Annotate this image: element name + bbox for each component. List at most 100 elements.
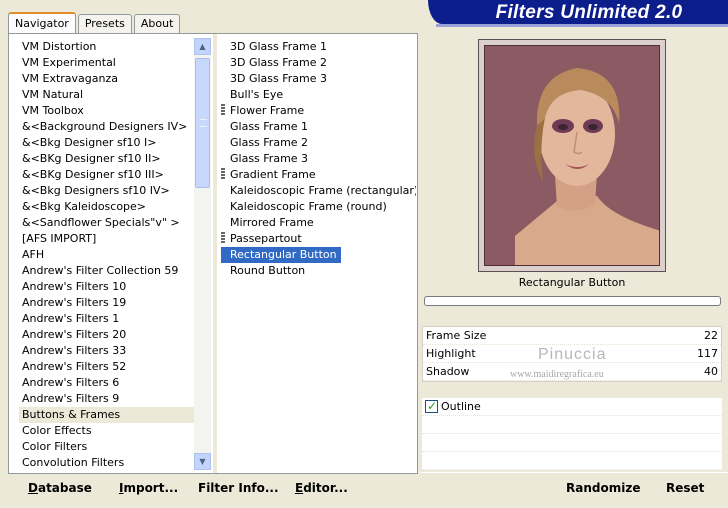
filter-label: 3D Glass Frame 3 (230, 72, 328, 85)
filter-label: Glass Frame 1 (230, 120, 309, 133)
filter-group-icon (221, 104, 225, 115)
watermark-site: www.maidiregrafica.eu (510, 369, 604, 380)
filter-item[interactable]: 3D Glass Frame 1 (221, 39, 416, 55)
filter-info-button[interactable]: Filter Info... (198, 479, 279, 497)
param-frame-size[interactable]: Frame Size 22 (423, 327, 721, 345)
param-value[interactable]: 40 (704, 363, 718, 381)
category-item[interactable]: Color Effects (19, 423, 199, 439)
filter-item[interactable]: Glass Frame 3 (221, 151, 416, 167)
filter-label: Bull's Eye (230, 88, 284, 101)
category-item[interactable]: [AFS IMPORT] (19, 231, 199, 247)
scrollbar-grip-icon (200, 119, 207, 127)
filter-label: Flower Frame (230, 104, 305, 117)
filter-item[interactable]: 3D Glass Frame 3 (221, 71, 416, 87)
category-item[interactable]: VM Experimental (19, 55, 199, 71)
param-label: Frame Size (426, 329, 487, 342)
tab-about[interactable]: About (133, 14, 181, 34)
category-item[interactable]: &<Sandflower Specials"v" > (19, 215, 199, 231)
category-item[interactable]: &<BKg Designer sf10 II> (19, 151, 199, 167)
empty-option-row (422, 452, 722, 470)
progress-bar (424, 296, 721, 306)
empty-option-row (422, 416, 722, 434)
category-item[interactable]: VM Distortion (19, 39, 199, 55)
filter-label: Passepartout (230, 232, 302, 245)
filter-item[interactable]: Rectangular Button (221, 247, 416, 263)
editor-button[interactable]: Editor... (295, 479, 348, 497)
filter-item[interactable]: Passepartout (221, 231, 416, 247)
scrollbar-thumb[interactable] (195, 58, 210, 188)
filter-group-icon (221, 232, 225, 243)
filter-label: Round Button (230, 264, 306, 277)
filter-item[interactable]: Gradient Frame (221, 167, 416, 183)
category-item[interactable]: &<Bkg Designer sf10 I> (19, 135, 199, 151)
category-item[interactable]: Andrew's Filters 10 (19, 279, 199, 295)
reset-button[interactable]: Reset (666, 479, 704, 497)
category-item[interactable]: Andrew's Filter Collection 59 (19, 263, 199, 279)
randomize-button[interactable]: Randomize (566, 479, 640, 497)
category-scrollbar[interactable]: ▲ ▼ (194, 38, 211, 470)
tab-presets[interactable]: Presets (77, 14, 132, 34)
banner-underline (436, 24, 728, 27)
outline-label: Outline (441, 399, 481, 413)
filter-label: Kaleidoscopic Frame (rectangular) (230, 184, 416, 197)
navigator-panel: VM Distortion VM Experimental VM Extravaga… (8, 33, 418, 474)
category-list[interactable]: VM Distortion VM Experimental VM Extravaga… (19, 39, 199, 469)
param-value[interactable]: 117 (697, 345, 718, 363)
filter-item[interactable]: 3D Glass Frame 2 (221, 55, 416, 71)
filter-item[interactable]: Round Button (221, 263, 416, 279)
preview-image (484, 45, 660, 266)
filter-item[interactable]: Glass Frame 1 (221, 119, 416, 135)
list-divider (213, 34, 217, 473)
portrait-illustration-icon (485, 46, 659, 265)
outline-checkbox[interactable]: ✓ (425, 399, 438, 413)
filter-item[interactable]: Mirrored Frame (221, 215, 416, 231)
filter-item[interactable]: Bull's Eye (221, 87, 416, 103)
category-item[interactable]: Andrew's Filters 52 (19, 359, 199, 375)
category-item[interactable]: Andrew's Filters 33 (19, 343, 199, 359)
filter-label: Glass Frame 3 (230, 152, 309, 165)
filter-item[interactable]: Glass Frame 2 (221, 135, 416, 151)
category-item[interactable]: Andrew's Filters 9 (19, 391, 199, 407)
category-item[interactable]: &<Bkg Kaleidoscope> (19, 199, 199, 215)
category-item[interactable]: Andrew's Filters 1 (19, 311, 199, 327)
import-button[interactable]: Import... (119, 479, 178, 497)
category-item[interactable]: VM Extravaganza (19, 71, 199, 87)
options-list: ✓ Outline (422, 398, 722, 470)
category-item[interactable]: VM Toolbox (19, 103, 199, 119)
watermark-name: Pinuccia (538, 346, 607, 363)
filter-label: Rectangular Button (230, 248, 337, 261)
category-item[interactable]: &<Background Designers IV> (19, 119, 199, 135)
category-item[interactable]: &<BKg Designer sf10 III> (19, 167, 199, 183)
filter-list[interactable]: 3D Glass Frame 1 3D Glass Frame 2 3D Glass… (221, 39, 416, 469)
filter-label: Mirrored Frame (230, 216, 314, 229)
empty-option-row (422, 434, 722, 452)
scroll-down-icon[interactable]: ▼ (194, 453, 211, 470)
preview-filter-name: Rectangular Button (518, 276, 626, 289)
checkmark-icon: ✓ (427, 399, 438, 413)
category-item[interactable]: Buttons & Frames (19, 407, 199, 423)
filter-group-icon (221, 168, 225, 179)
filter-label: Kaleidoscopic Frame (round) (230, 200, 387, 213)
category-item[interactable]: Andrew's Filters 20 (19, 327, 199, 343)
category-item[interactable]: AFH (19, 247, 199, 263)
filter-label: 3D Glass Frame 2 (230, 56, 328, 69)
app-title-banner: Filters Unlimited 2.0 (428, 0, 728, 24)
filter-label: Glass Frame 2 (230, 136, 309, 149)
filter-item[interactable]: Flower Frame (221, 103, 416, 119)
category-item[interactable]: Color Filters (19, 439, 199, 455)
category-item[interactable]: Andrew's Filters 6 (19, 375, 199, 391)
database-button[interactable]: Database (28, 479, 92, 497)
filter-item[interactable]: Kaleidoscopic Frame (round) (221, 199, 416, 215)
filter-label: 3D Glass Frame 1 (230, 40, 328, 53)
category-item[interactable]: &<Bkg Designers sf10 IV> (19, 183, 199, 199)
param-value[interactable]: 22 (704, 327, 718, 345)
category-item[interactable]: VM Natural (19, 87, 199, 103)
tab-navigator[interactable]: Navigator (8, 12, 76, 35)
filter-label: Gradient Frame (230, 168, 316, 181)
outline-option[interactable]: ✓ Outline (422, 398, 722, 416)
tab-strip: Navigator Presets About (8, 10, 182, 35)
filter-item[interactable]: Kaleidoscopic Frame (rectangular) (221, 183, 416, 199)
category-item[interactable]: Convolution Filters (19, 455, 199, 469)
scroll-up-icon[interactable]: ▲ (194, 38, 211, 55)
category-item[interactable]: Andrew's Filters 19 (19, 295, 199, 311)
